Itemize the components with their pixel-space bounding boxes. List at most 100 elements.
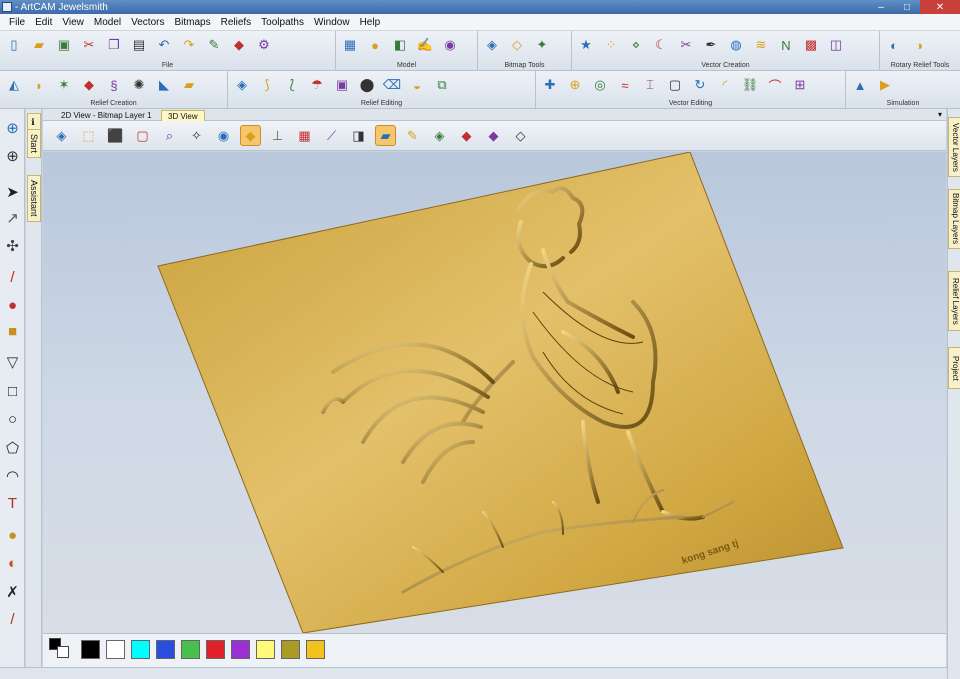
menu-view[interactable]: View xyxy=(57,17,89,28)
brush-icon[interactable]: ✎ xyxy=(402,125,423,146)
tab-3d-view[interactable]: 3D View xyxy=(161,110,205,121)
crescent-icon[interactable]: ☾ xyxy=(651,35,671,55)
swatch-light-yellow[interactable] xyxy=(256,640,275,659)
layer-icon[interactable]: ◨ xyxy=(348,125,369,146)
side-box-icon[interactable]: ⬛ xyxy=(105,125,126,146)
shape-icon[interactable]: ◭ xyxy=(4,75,24,95)
tab-project[interactable]: Project xyxy=(948,347,960,389)
undo-icon[interactable]: ↶ xyxy=(154,35,174,55)
erase-icon[interactable]: ⌫ xyxy=(382,75,402,95)
pen-icon[interactable]: ✒ xyxy=(701,35,721,55)
smooth-icon[interactable]: ◈ xyxy=(232,75,252,95)
light-icon[interactable]: ✧ xyxy=(186,125,207,146)
close-button[interactable]: ✕ xyxy=(920,0,960,14)
edit-icon[interactable]: ✎ xyxy=(204,35,224,55)
swatch-gold[interactable] xyxy=(306,640,325,659)
scissors-icon[interactable]: ✂ xyxy=(676,35,696,55)
polygon-icon[interactable]: ⬠ xyxy=(2,437,23,458)
menu-edit[interactable]: Edit xyxy=(30,17,57,28)
swatch-purple[interactable] xyxy=(231,640,250,659)
bend-icon[interactable]: ⌒ xyxy=(765,75,785,95)
solid-icon[interactable]: ◆ xyxy=(456,125,477,146)
weld-icon[interactable]: ⊕ xyxy=(565,75,585,95)
redo-icon[interactable]: ↷ xyxy=(179,35,199,55)
sculpt-icon[interactable]: ◐ xyxy=(2,553,23,574)
polyline-icon[interactable]: ▽ xyxy=(2,351,23,372)
zoom-icon[interactable]: ⌕ xyxy=(159,125,180,146)
open-folder-icon[interactable]: ▰ xyxy=(29,35,49,55)
tab-relief-layers[interactable]: Relief Layers xyxy=(948,271,960,331)
zoom-window-icon[interactable]: ⊕ xyxy=(2,117,23,138)
primary-secondary-color[interactable] xyxy=(49,638,69,658)
swatch-olive[interactable] xyxy=(281,640,300,659)
sculpt-b-icon[interactable]: ⟅ xyxy=(282,75,302,95)
toolpath-icon[interactable]: ◈ xyxy=(429,125,450,146)
rectangle-icon[interactable]: □ xyxy=(2,381,23,402)
slice-icon[interactable]: ◣ xyxy=(154,75,174,95)
minimize-button[interactable]: – xyxy=(868,0,894,14)
plate-icon[interactable]: ▰ xyxy=(375,125,396,146)
menu-reliefs[interactable]: Reliefs xyxy=(216,17,257,28)
tabs-overflow-icon[interactable]: ▾ xyxy=(938,110,942,119)
red-icon[interactable]: ◆ xyxy=(483,125,504,146)
stamp-icon[interactable]: ⬤ xyxy=(357,75,377,95)
menu-file[interactable]: File xyxy=(4,17,30,28)
axes-icon[interactable]: ⊥ xyxy=(267,125,288,146)
drop-icon[interactable]: ● xyxy=(2,525,23,546)
pencil-icon[interactable]: / xyxy=(2,267,23,288)
swatch-blue[interactable] xyxy=(156,640,175,659)
book-icon[interactable]: ◆ xyxy=(229,35,249,55)
stack-icon[interactable]: ≋ xyxy=(751,35,771,55)
knife-icon[interactable]: / xyxy=(2,609,23,630)
wave-icon[interactable]: ≈ xyxy=(615,75,635,95)
sculpt-a-icon[interactable]: ⟆ xyxy=(257,75,277,95)
swatch-green[interactable] xyxy=(181,640,200,659)
circle-icon[interactable]: ○ xyxy=(2,409,23,430)
align-icon[interactable]: ⌶ xyxy=(640,75,660,95)
offset-icon[interactable]: ⧉ xyxy=(432,75,452,95)
eraser-icon[interactable]: ■ xyxy=(2,321,23,342)
text-icon[interactable]: T xyxy=(2,493,23,514)
assistant-tab[interactable]: Assistant xyxy=(27,175,41,222)
chain-icon[interactable]: ⛓ xyxy=(740,75,760,95)
trim-icon[interactable]: ◎ xyxy=(590,75,610,95)
spiral-icon[interactable]: § xyxy=(104,75,124,95)
star-relief-icon[interactable]: ✶ xyxy=(54,75,74,95)
start-tab[interactable]: Start xyxy=(27,129,41,159)
points-icon[interactable]: ⁘ xyxy=(601,35,621,55)
tool-icon[interactable]: ⚙ xyxy=(254,35,274,55)
app-icon[interactable] xyxy=(2,2,12,12)
grayscale-icon[interactable]: ◧ xyxy=(390,35,410,55)
swatch-cyan[interactable] xyxy=(131,640,150,659)
tab-bitmap-layers[interactable]: Bitmap Layers xyxy=(948,189,960,249)
swatch-white[interactable] xyxy=(106,640,125,659)
bitmap-a-icon[interactable]: ◈ xyxy=(482,35,502,55)
material-icon[interactable]: ▦ xyxy=(294,125,315,146)
flat-icon[interactable]: ▰ xyxy=(179,75,199,95)
transform-icon[interactable]: ⊞ xyxy=(790,75,810,95)
weave-icon[interactable]: ✺ xyxy=(129,75,149,95)
select-arrow-icon[interactable]: ➤ xyxy=(2,181,23,202)
sweep-icon[interactable]: ◗ xyxy=(29,75,49,95)
nesting-icon[interactable]: N xyxy=(776,35,796,55)
bitmap-b-icon[interactable]: ◇ xyxy=(507,35,527,55)
menu-vectors[interactable]: Vectors xyxy=(126,17,169,28)
menu-toolpaths[interactable]: Toolpaths xyxy=(256,17,309,28)
sphere-icon[interactable]: ◉ xyxy=(440,35,460,55)
model-icon[interactable]: ▦ xyxy=(340,35,360,55)
maximize-button[interactable]: □ xyxy=(894,0,920,14)
relief-shade-icon[interactable]: ◆ xyxy=(240,125,261,146)
tab-vector-layers[interactable]: Vector Layers xyxy=(948,117,960,177)
paste-icon[interactable]: ▤ xyxy=(129,35,149,55)
bear-icon[interactable]: ● xyxy=(365,35,385,55)
eye-icon[interactable]: ◉ xyxy=(213,125,234,146)
cut-icon[interactable]: ✂ xyxy=(79,35,99,55)
arc-icon[interactable]: ◠ xyxy=(2,465,23,486)
ring-icon[interactable]: ◍ xyxy=(726,35,746,55)
blade-icon[interactable]: ⟋ xyxy=(321,125,342,146)
rotary-b-icon[interactable]: ◑ xyxy=(909,35,929,55)
iso-view-icon[interactable]: ◈ xyxy=(51,125,72,146)
copy-icon[interactable]: ❐ xyxy=(104,35,124,55)
paint-bucket-icon[interactable]: ● xyxy=(2,295,23,316)
node-icon[interactable]: ⋄ xyxy=(626,35,646,55)
